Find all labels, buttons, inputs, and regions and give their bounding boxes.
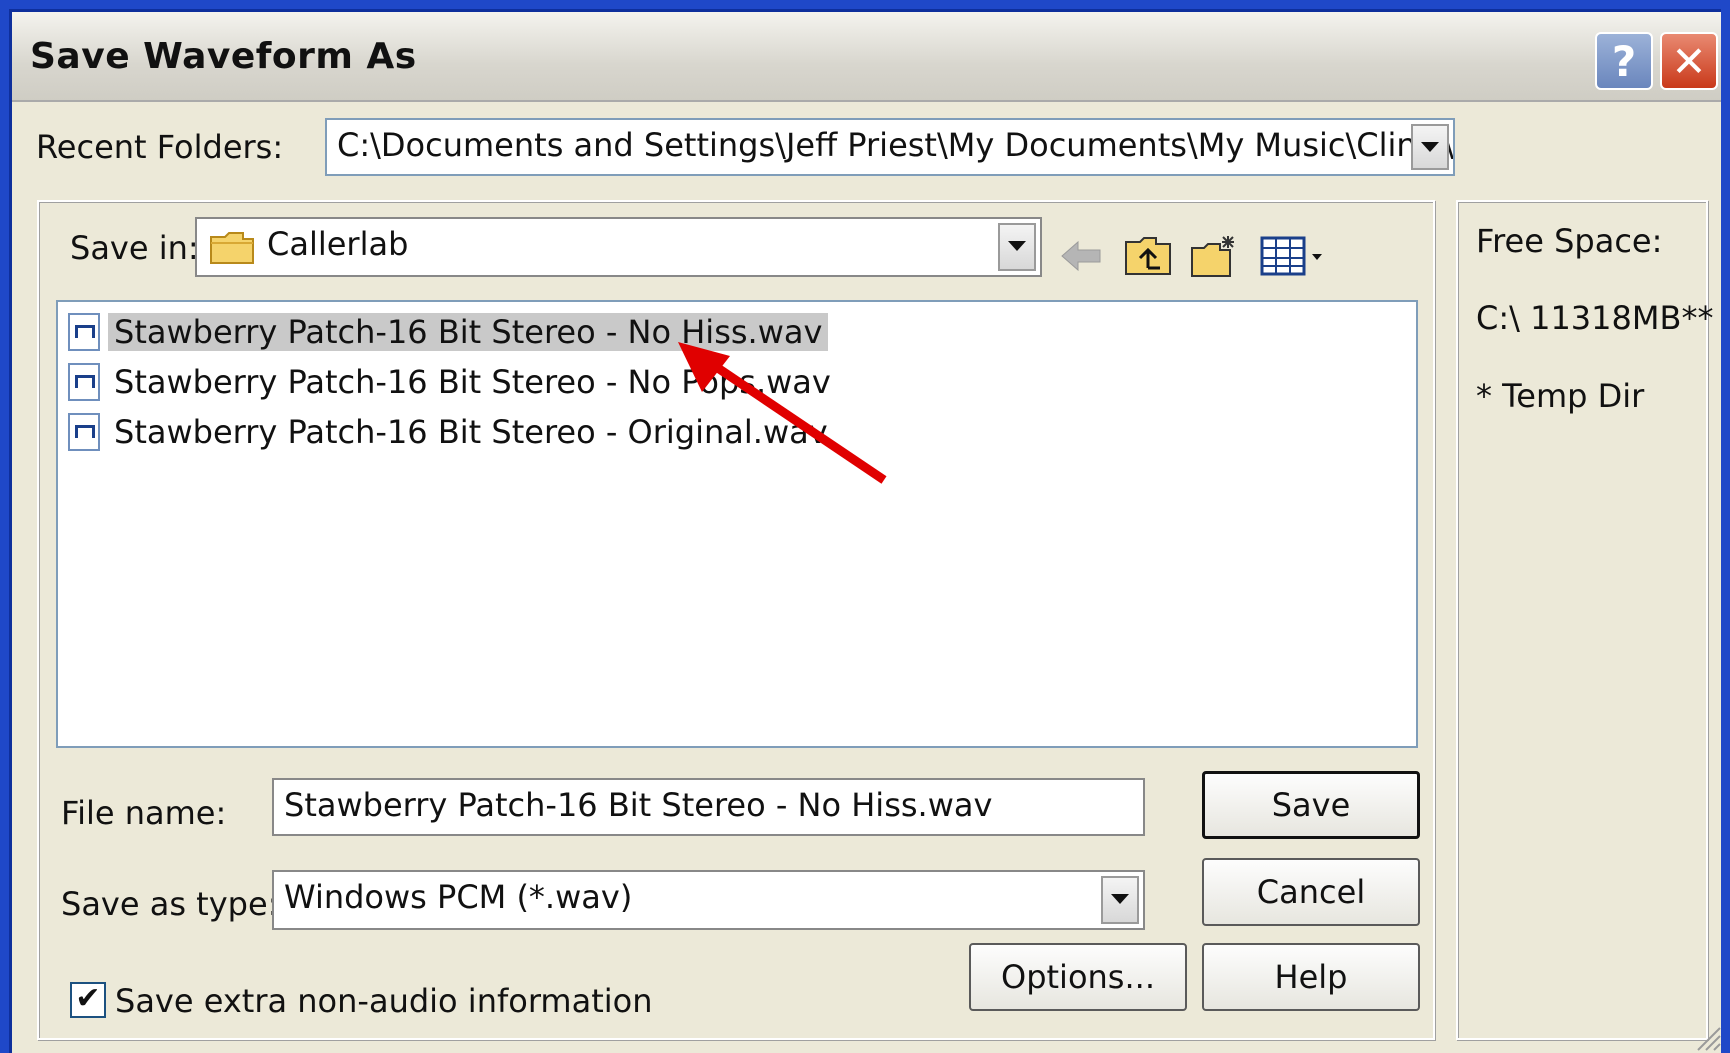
red-arrow-annotation [678, 342, 887, 484]
chevron-down-icon[interactable] [1101, 876, 1139, 924]
extra-info-checkbox[interactable]: ✔ [70, 982, 106, 1018]
title-help-button[interactable]: ? [1595, 32, 1653, 90]
save-in-dropdown[interactable]: Callerlab [195, 217, 1042, 277]
back-arrow-icon[interactable] [1058, 234, 1106, 278]
dialog-title: Save Waveform As [30, 36, 417, 77]
save-as-type-dropdown[interactable]: Windows PCM (*.wav) [272, 870, 1145, 930]
wav-file-icon [68, 413, 100, 451]
save-as-type-value: Windows PCM (*.wav) [284, 878, 633, 916]
extra-info-label: Save extra non-audio information [115, 982, 653, 1020]
wav-file-icon [68, 363, 100, 401]
resize-grip-icon[interactable] [1692, 1022, 1722, 1052]
chevron-down-icon[interactable] [998, 223, 1036, 271]
save-in-value: Callerlab [267, 225, 409, 263]
save-as-type-label: Save as type: [61, 885, 279, 923]
recent-folders-label: Recent Folders: [36, 128, 284, 166]
help-button[interactable]: Help [1202, 943, 1420, 1011]
title-close-button[interactable]: ✕ [1660, 32, 1718, 90]
options-button[interactable]: Options... [969, 943, 1187, 1011]
wav-file-icon [68, 313, 100, 351]
view-menu-icon[interactable] [1258, 234, 1328, 278]
recent-folders-value: C:\Documents and Settings\Jeff Priest\My… [337, 126, 1455, 164]
file-name-input[interactable]: Stawberry Patch-16 Bit Stereo - No Hiss.… [272, 778, 1145, 836]
temp-dir-note: * Temp Dir [1476, 377, 1645, 415]
save-in-label: Save in: [70, 229, 199, 267]
folder-icon [210, 232, 254, 264]
title-bar: Save Waveform As ? ✕ [12, 12, 1721, 102]
recent-folders-dropdown[interactable]: C:\Documents and Settings\Jeff Priest\My… [325, 118, 1455, 176]
chevron-down-icon[interactable] [1411, 124, 1449, 170]
file-name-value: Stawberry Patch-16 Bit Stereo - No Hiss.… [284, 786, 993, 824]
free-space-label: Free Space: [1476, 222, 1663, 260]
file-name-label: File name: [61, 794, 227, 832]
up-folder-icon[interactable] [1124, 234, 1172, 278]
free-space-drive: C:\ 11318MB** [1476, 299, 1714, 337]
new-folder-icon[interactable] [1190, 234, 1238, 278]
save-button[interactable]: Save [1202, 771, 1420, 839]
cancel-button[interactable]: Cancel [1202, 858, 1420, 926]
save-waveform-dialog: Save Waveform As ? ✕ Recent Folders: C:\… [9, 9, 1721, 1053]
